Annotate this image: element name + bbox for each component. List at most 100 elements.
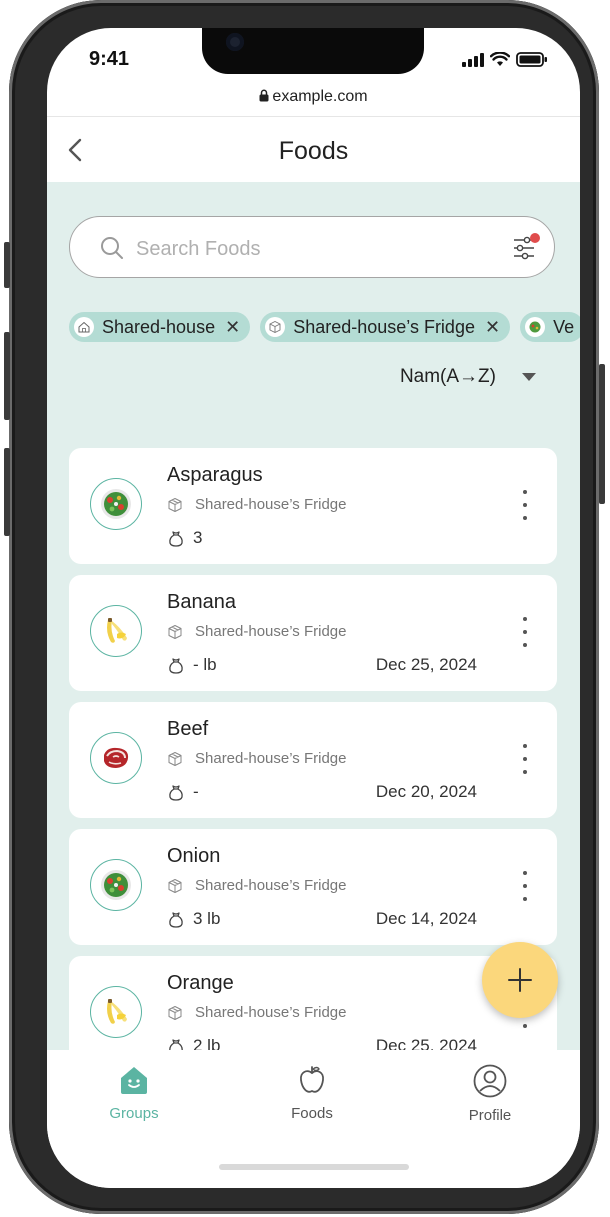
food-location-text: Shared-house’s Fridge <box>195 623 347 640</box>
power-button <box>599 364 605 504</box>
food-card[interactable]: Beef Shared-house’s Fridge - Dec 20, 2024 <box>69 702 557 818</box>
tab-groups-label: Groups <box>109 1105 159 1122</box>
food-quantity: 2 lb <box>167 1036 220 1050</box>
food-location-text: Shared-house’s Fridge <box>195 496 347 513</box>
tab-profile-label: Profile <box>468 1107 512 1124</box>
fridge-box-icon <box>167 1005 189 1021</box>
signal-icon <box>462 52 484 67</box>
chip-shared-house-fridge[interactable]: Shared-house’s Fridge ✕ <box>260 312 511 342</box>
quantity-bag-icon <box>167 1037 189 1050</box>
tab-profile[interactable]: Profile <box>430 1064 550 1124</box>
steak-icon <box>90 732 142 784</box>
food-location: Shared-house’s Fridge <box>167 1004 346 1021</box>
food-location-text: Shared-house’s Fridge <box>195 877 347 894</box>
food-card[interactable]: Onion Shared-house’s Fridge 3 lb Dec 14, 20… <box>69 829 557 945</box>
search-icon <box>101 237 123 259</box>
food-card[interactable]: Asparagus Shared-house’s Fridge 3 <box>69 448 557 564</box>
food-quantity: 3 <box>167 528 202 548</box>
salad-icon <box>525 317 546 337</box>
fridge-box-icon <box>167 878 189 894</box>
search-input[interactable] <box>134 231 498 267</box>
chip-remove-icon[interactable]: ✕ <box>225 317 240 338</box>
food-quantity-text: 3 lb <box>193 909 221 928</box>
filter-chips: Shared-house ✕ Shared-house’s Fridge ✕ V… <box>69 312 580 342</box>
food-expiry-date: Dec 14, 2024 <box>375 909 477 928</box>
tab-foods-label: Foods <box>291 1105 333 1122</box>
volume-up-button <box>4 332 10 420</box>
sort-label: Nam(A→Z) <box>399 366 496 387</box>
salad-icon <box>90 859 142 911</box>
phone-frame: 9:41 example.com Foods Search Foods Shar… <box>9 0 599 1214</box>
food-location: Shared-house’s Fridge <box>167 877 346 894</box>
chip-vegetables[interactable]: Ve <box>520 312 580 342</box>
food-name: Banana <box>167 591 236 613</box>
quantity-bag-icon <box>167 529 189 547</box>
sort-dropdown[interactable]: Nam(A→Z) <box>400 366 536 388</box>
chip-label: Shared-house’s Fridge <box>293 316 475 337</box>
food-card[interactable]: Banana Shared-house’s Fridge - lb Dec 25, 2… <box>69 575 557 691</box>
banana-icon <box>90 986 142 1038</box>
more-options-icon[interactable] <box>519 617 531 647</box>
status-time: 9:41 <box>89 48 130 70</box>
apple-icon <box>300 1066 324 1093</box>
caret-down-icon <box>522 373 536 381</box>
more-options-icon[interactable] <box>519 744 531 774</box>
salad-icon <box>90 478 142 530</box>
food-location: Shared-house’s Fridge <box>167 750 346 767</box>
app-header: Foods <box>47 116 580 183</box>
food-location-text: Shared-house’s Fridge <box>195 750 347 767</box>
quantity-bag-icon <box>167 910 189 928</box>
fridge-box-icon <box>167 751 189 767</box>
more-options-icon[interactable] <box>519 871 531 901</box>
page-title: Foods <box>278 137 349 165</box>
quantity-bag-icon <box>167 656 189 674</box>
tab-groups[interactable]: Groups <box>74 1064 194 1122</box>
quantity-bag-icon <box>167 783 189 801</box>
more-options-icon[interactable] <box>519 490 531 520</box>
notch <box>202 28 424 74</box>
food-quantity-text: - lb <box>193 655 217 674</box>
lock-icon <box>259 89 269 107</box>
food-quantity: - lb <box>167 655 217 675</box>
food-location-text: Shared-house’s Fridge <box>195 1004 347 1021</box>
food-expiry-date: Dec 25, 2024 <box>375 1036 477 1050</box>
add-food-button[interactable] <box>482 942 558 1018</box>
plus-icon <box>508 968 532 992</box>
banana-icon <box>90 605 142 657</box>
search-bar <box>69 216 555 278</box>
tab-foods[interactable]: Foods <box>252 1064 372 1122</box>
mute-switch <box>4 242 10 288</box>
chip-remove-icon[interactable]: ✕ <box>485 317 500 338</box>
food-quantity-text: 3 <box>193 528 203 547</box>
food-expiry-date: Dec 25, 2024 <box>375 655 477 674</box>
food-expiry-date: Dec 20, 2024 <box>375 782 477 801</box>
food-quantity-text: 2 lb <box>193 1036 221 1050</box>
food-location: Shared-house’s Fridge <box>167 623 346 640</box>
food-name: Asparagus <box>167 464 263 486</box>
house-icon <box>74 317 94 337</box>
fridge-box-icon <box>167 497 189 513</box>
food-name: Onion <box>167 845 221 867</box>
food-name: Beef <box>167 718 209 740</box>
food-quantity-text: - <box>193 782 199 801</box>
wifi-icon <box>490 52 510 66</box>
fridge-box-icon <box>167 624 189 640</box>
battery-icon <box>516 52 547 67</box>
food-location: Shared-house’s Fridge <box>167 496 346 513</box>
filter-badge <box>530 233 540 243</box>
profile-icon <box>473 1064 507 1098</box>
chip-label: Shared-house <box>102 316 216 337</box>
food-name: Orange <box>167 972 234 994</box>
fridge-icon <box>265 317 286 337</box>
status-icons <box>462 52 548 67</box>
food-quantity: 3 lb <box>167 909 220 929</box>
groups-home-icon <box>121 1067 147 1094</box>
food-quantity: - <box>167 782 199 802</box>
camera-icon <box>226 33 244 51</box>
bottom-tab-bar: Groups Foods Profile <box>47 1050 580 1188</box>
foods-content: Shared-house ✕ Shared-house’s Fridge ✕ V… <box>47 182 580 1050</box>
chip-label: Ve <box>553 316 575 337</box>
chip-shared-house[interactable]: Shared-house ✕ <box>69 312 251 342</box>
browser-url-bar[interactable]: example.com <box>47 88 580 107</box>
home-indicator <box>219 1164 409 1170</box>
